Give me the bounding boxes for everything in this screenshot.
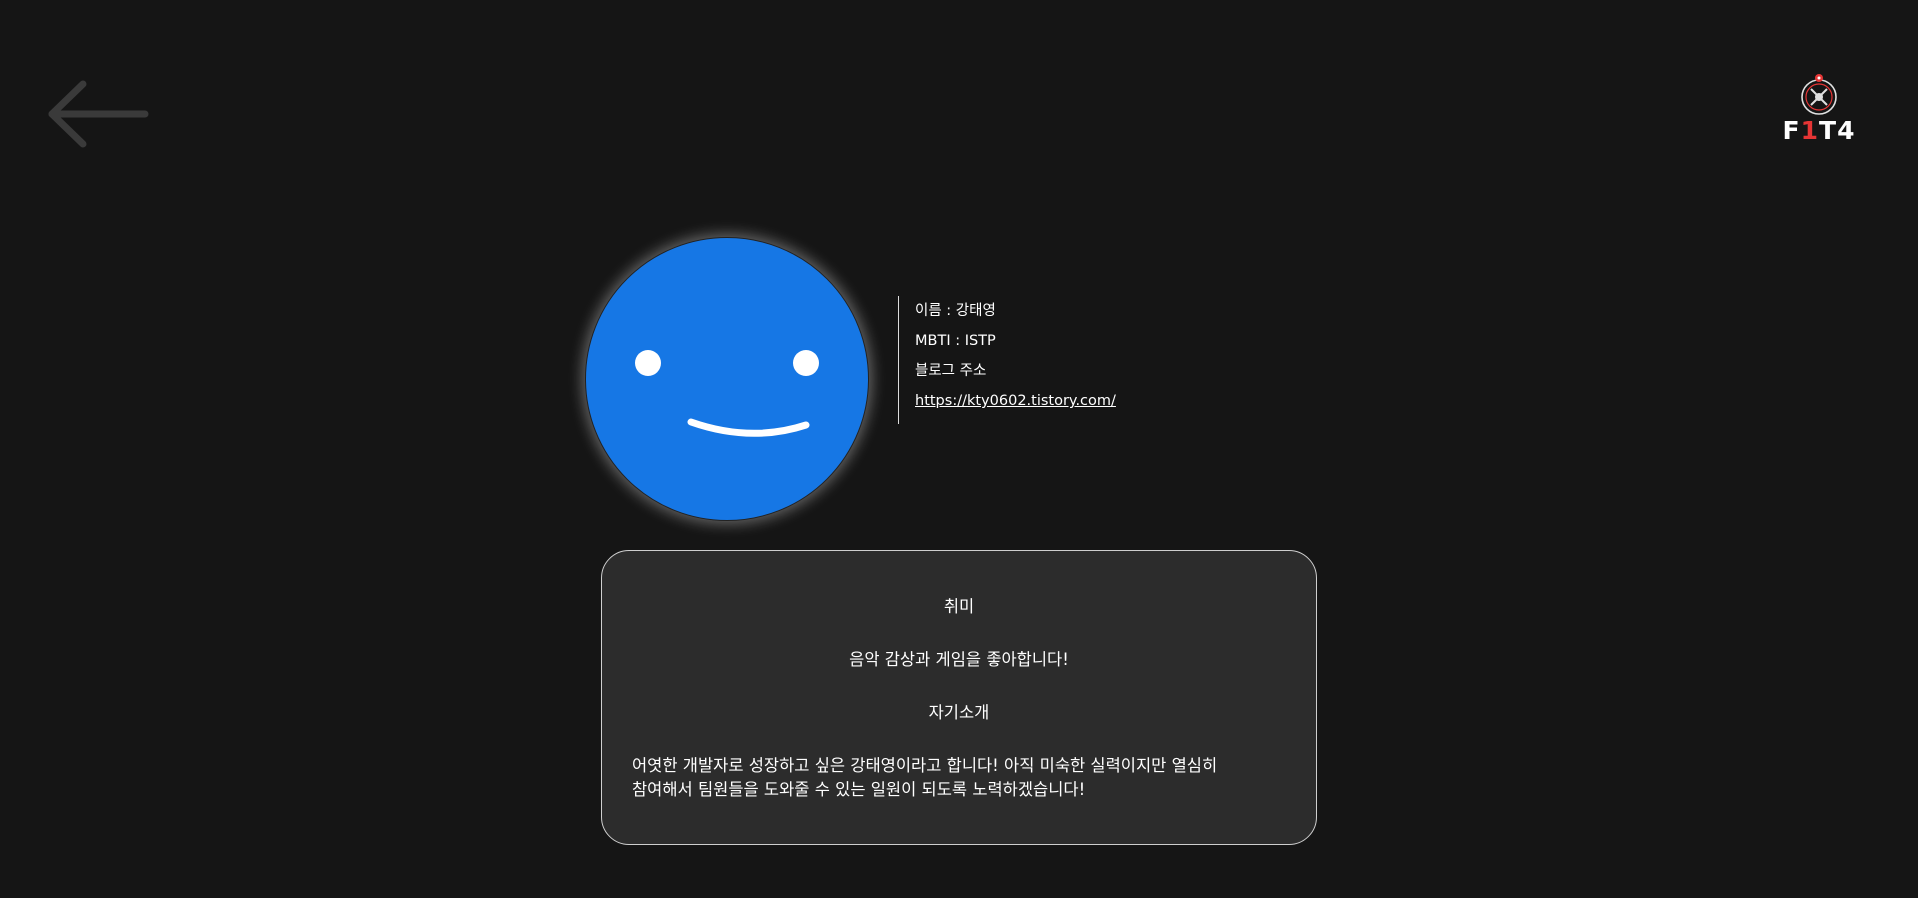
arrow-left-icon — [48, 80, 149, 148]
name-line: 이름 : 강태영 — [915, 303, 996, 319]
profile-page: F1T4 이름 : 강태영 MBTI : ISTP 블로그 주소 https:/… — [0, 0, 1918, 898]
hobby-title: 취미 — [943, 597, 975, 616]
avatar — [585, 237, 869, 521]
logo-text: F1T4 — [1782, 116, 1856, 145]
intro-text-line-1: 어엿한 개발자로 성장하고 싶은 강태영이라고 합니다! 아직 미숙한 실력이지… — [632, 756, 1218, 775]
intro-text-line-2: 참여해서 팀원들을 도와줄 수 있는 일원이 되도록 노력하겠습니다! — [632, 780, 1086, 799]
site-logo[interactable]: F1T4 — [1780, 70, 1858, 152]
profile-info: 이름 : 강태영 MBTI : ISTP 블로그 주소 https://kty0… — [898, 296, 1116, 424]
mbti-line: MBTI : ISTP — [915, 333, 996, 349]
back-button[interactable] — [46, 76, 154, 156]
fit4-logo-icon — [1801, 74, 1837, 115]
intro-card: 취미 음악 감상과 게임을 좋아합니다! 자기소개 어엿한 개발자로 성장하고 … — [601, 550, 1317, 845]
intro-title: 자기소개 — [928, 703, 990, 722]
hobby-text: 음악 감상과 게임을 좋아합니다! — [849, 650, 1069, 669]
blog-link[interactable]: https://kty0602.tistory.com/ — [915, 393, 1116, 409]
smiley-face-icon — [635, 350, 819, 437]
blog-label: 블로그 주소 — [915, 363, 987, 379]
